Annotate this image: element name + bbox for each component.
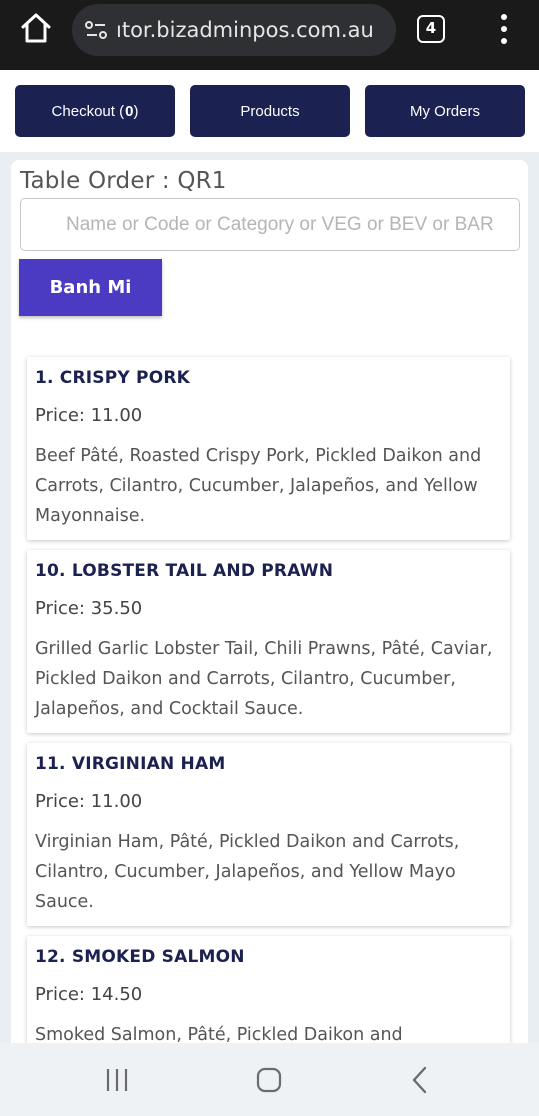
more-vert-icon[interactable] bbox=[496, 14, 512, 44]
product-description: Beef Pâté, Roasted Crispy Pork, Pickled … bbox=[35, 446, 482, 526]
product-price: Price: 35.50 bbox=[35, 598, 143, 619]
product-price: Price: 11.00 bbox=[35, 405, 143, 426]
address-bar[interactable]: ıtor.bizadminpos.com.au bbox=[72, 4, 396, 56]
product-name: 10. LOBSTER TAIL AND PRAWN bbox=[35, 561, 334, 581]
search-input[interactable] bbox=[20, 198, 520, 251]
checkout-count: 0 bbox=[125, 102, 134, 120]
nav-bar: Checkout (0) Products My Orders bbox=[0, 70, 539, 152]
product-description: Virginian Ham, Pâté, Pickled Daikon and … bbox=[35, 832, 460, 912]
recents-icon[interactable] bbox=[104, 1067, 130, 1093]
page-title: Table Order : QR1 bbox=[20, 168, 227, 194]
product-name: 11. VIRGINIAN HAM bbox=[35, 754, 226, 774]
checkout-label: Checkout ( bbox=[51, 102, 125, 120]
product-name: 12. SMOKED SALMON bbox=[35, 947, 245, 967]
product-card[interactable]: 12. SMOKED SALMON Price: 14.50 Smoked Sa… bbox=[27, 936, 510, 1050]
android-home-icon[interactable] bbox=[255, 1066, 283, 1094]
category-button-banh-mi[interactable]: Banh Mi bbox=[19, 259, 162, 316]
products-button[interactable]: Products bbox=[190, 85, 350, 137]
tabs-icon[interactable]: 4 bbox=[417, 15, 445, 43]
my-orders-button[interactable]: My Orders bbox=[365, 85, 525, 137]
product-description: Grilled Garlic Lobster Tail, Chili Prawn… bbox=[35, 639, 493, 719]
android-nav-bar bbox=[0, 1043, 539, 1116]
order-panel: Table Order : QR1 Banh Mi 1. CRISPY PORK… bbox=[11, 160, 528, 1050]
product-card[interactable]: 10. LOBSTER TAIL AND PRAWN Price: 35.50 … bbox=[27, 550, 510, 733]
site-settings-icon[interactable] bbox=[84, 18, 108, 42]
checkout-button[interactable]: Checkout (0) bbox=[15, 85, 175, 137]
product-card[interactable]: 11. VIRGINIAN HAM Price: 11.00 Virginian… bbox=[27, 743, 510, 926]
product-price: Price: 11.00 bbox=[35, 791, 143, 812]
home-icon[interactable] bbox=[18, 10, 54, 46]
browser-toolbar: ıtor.bizadminpos.com.au 4 bbox=[0, 0, 539, 70]
url-text[interactable]: ıtor.bizadminpos.com.au bbox=[116, 16, 374, 44]
product-price: Price: 14.50 bbox=[35, 984, 143, 1005]
back-icon[interactable] bbox=[408, 1065, 432, 1095]
product-name: 1. CRISPY PORK bbox=[35, 368, 191, 388]
checkout-suffix: ) bbox=[133, 102, 139, 120]
product-card[interactable]: 1. CRISPY PORK Price: 11.00 Beef Pâté, R… bbox=[27, 357, 510, 540]
